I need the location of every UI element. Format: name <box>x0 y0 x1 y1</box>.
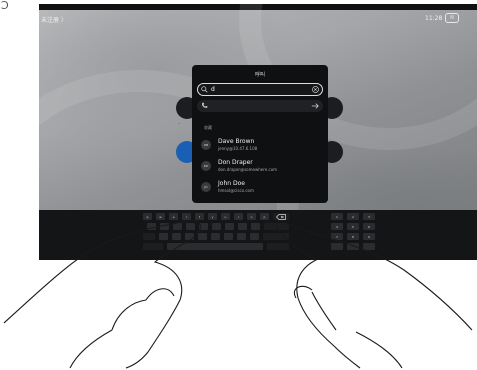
left-hand-outline <box>3 220 201 369</box>
right-hand-fingers <box>294 285 403 369</box>
hands-illustration <box>3 220 473 369</box>
left-hand-fingers <box>69 288 175 369</box>
right-hand-outline <box>275 220 473 369</box>
